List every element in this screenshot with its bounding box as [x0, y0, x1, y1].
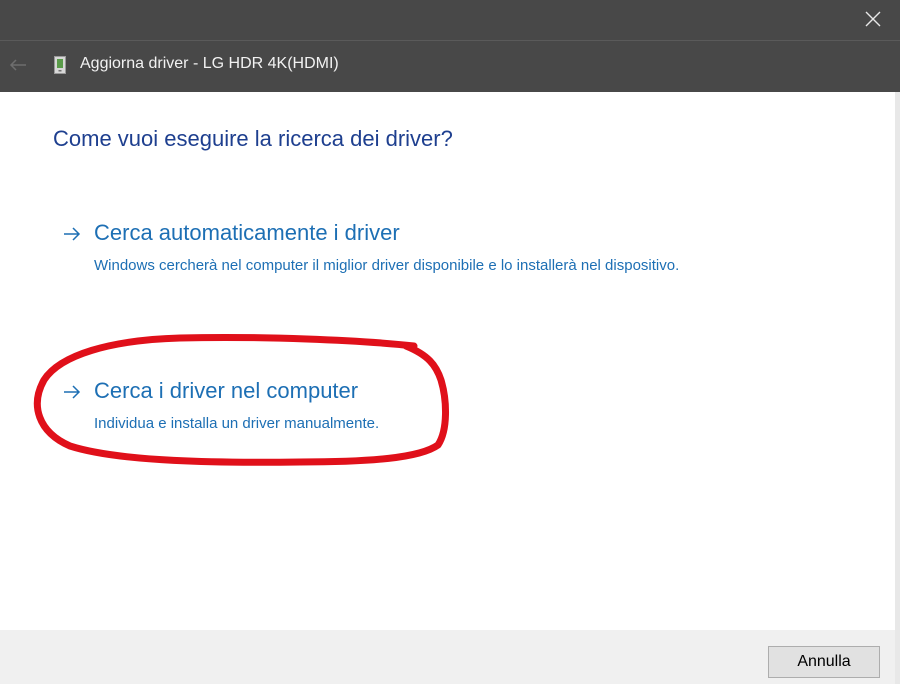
option-title[interactable]: Cerca i driver nel computer [94, 378, 358, 404]
monitor-device-icon [54, 56, 66, 74]
option-title[interactable]: Cerca automaticamente i driver [94, 220, 400, 246]
cancel-button[interactable]: Annulla [768, 646, 880, 678]
back-button[interactable] [4, 51, 32, 79]
back-arrow-icon [9, 59, 26, 71]
option-description: Windows cercherà nel computer il miglior… [94, 257, 680, 274]
close-icon [865, 11, 881, 27]
footer-bar: Annulla [0, 630, 895, 684]
close-button[interactable] [856, 4, 890, 34]
arrow-right-icon [64, 227, 81, 241]
window-title: Aggiorna driver - LG HDR 4K(HDMI) [80, 55, 339, 72]
wizard-header: Aggiorna driver - LG HDR 4K(HDMI) [0, 41, 900, 92]
window-edge [895, 92, 900, 684]
content-area: Come vuoi eseguire la ricerca dei driver… [0, 92, 895, 630]
update-driver-window: Aggiorna driver - LG HDR 4K(HDMI) Come v… [0, 0, 900, 684]
arrow-right-icon [64, 385, 81, 399]
option-description: Individua e installa un driver manualmen… [94, 415, 380, 432]
page-heading: Come vuoi eseguire la ricerca dei driver… [53, 126, 453, 151]
title-bar [0, 0, 900, 41]
